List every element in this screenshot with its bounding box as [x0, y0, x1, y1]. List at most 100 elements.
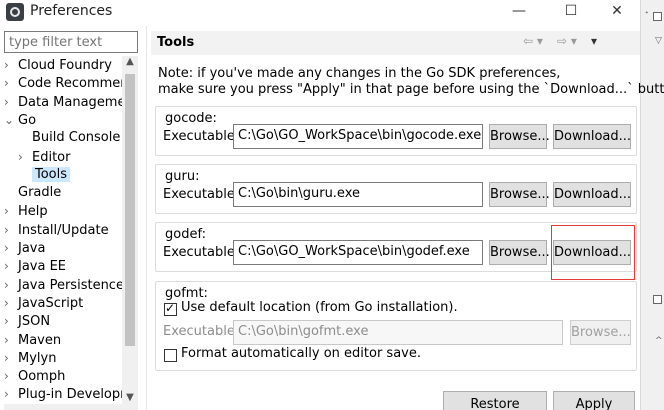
godef-executable-label: Executable:	[163, 245, 240, 260]
use-default-location-label[interactable]: Use default location (from Go installati…	[181, 300, 458, 315]
gocode-path-field[interactable]: C:\Go\GO_WorkSpace\bin\gocode.exe	[233, 124, 483, 149]
tree-item-label: Gradle	[18, 185, 62, 201]
use-default-location-checkbox[interactable]	[164, 301, 177, 316]
tree-item[interactable]: Gradle	[4, 184, 61, 202]
tree-item[interactable]: › Java	[4, 239, 45, 257]
tree-item[interactable]: Build Console	[18, 129, 120, 147]
chevron-right-icon[interactable]: ›	[4, 331, 18, 349]
gofmt-group-title: gofmt:	[165, 286, 208, 301]
title-bar: Preferences — ☐ ✕	[0, 0, 640, 26]
gocode-executable-label: Executable:	[163, 129, 240, 144]
gocode-group-title: gocode:	[165, 111, 217, 126]
scrollbar-thumb[interactable]	[125, 74, 135, 346]
tree-item-label: JavaScript	[18, 295, 84, 311]
tree-item[interactable]: ⌄ Go	[4, 111, 36, 129]
tree-item[interactable]: › Java EE	[4, 257, 66, 275]
tree-item-label: Java EE	[18, 259, 67, 275]
tree-item[interactable]: Tools	[18, 166, 71, 184]
chevron-right-icon[interactable]: ›	[4, 294, 18, 312]
tree-item[interactable]: › JSON	[4, 312, 50, 330]
tree-item[interactable]: ›Plug-in Development	[4, 385, 122, 403]
forward-icon[interactable]: ⇨ ▾	[557, 34, 577, 48]
chevron-right-icon[interactable]: ›	[4, 349, 18, 367]
chevron-right-icon[interactable]: ›	[18, 148, 32, 166]
tree-item[interactable]: › Oomph	[4, 367, 65, 385]
tree-item-label: Java Persistence	[18, 277, 122, 293]
tree-item-label: Java	[18, 241, 46, 256]
chevron-right-icon[interactable]: ›	[4, 385, 18, 403]
gofmt-browse-button: Browse...	[570, 320, 631, 345]
chevron-right-icon[interactable]: ›	[4, 367, 18, 385]
tree-item[interactable]: › Help	[4, 202, 48, 220]
tree-item[interactable]: › JavaScript	[4, 294, 83, 312]
chevron-right-icon[interactable]: ›	[4, 276, 18, 294]
scroll-up-icon[interactable]: ▲	[122, 56, 138, 67]
preference-tree: ›Cloud Foundry›Code Recommenders›Data Ma…	[4, 56, 122, 406]
guru-group-title: guru:	[165, 169, 200, 184]
maximize-button[interactable]: ☐	[548, 0, 594, 24]
tree-item[interactable]: › Editor	[18, 148, 70, 166]
guru-browse-button[interactable]: Browse...	[489, 182, 550, 207]
tree-scrollbar[interactable]: ▲ ▼	[122, 56, 138, 406]
menu-icon[interactable]: ▾	[591, 34, 597, 48]
note-line-2: make sure you press "Apply" in that page…	[158, 82, 664, 97]
pane-divider[interactable]	[146, 26, 147, 410]
apply-button[interactable]: Apply	[553, 391, 635, 410]
tree-item[interactable]: › Maven	[4, 331, 61, 349]
gocode-group: gocode: Executable: C:\Go\GO_WorkSpace\b…	[155, 106, 637, 156]
tree-item-label: Code Recommenders	[18, 76, 122, 92]
chevron-down-icon[interactable]: ⌄	[4, 111, 18, 129]
tree-item-label: Tools	[32, 166, 71, 182]
tree-item[interactable]: › Install/Update	[4, 221, 109, 239]
godef-path-field[interactable]: C:\Go\GO_WorkSpace\bin\godef.exe	[233, 240, 483, 265]
chevron-right-icon[interactable]: ›	[4, 202, 18, 220]
tree-item-label: Cloud Foundry	[18, 58, 113, 73]
godef-browse-button[interactable]: Browse...	[489, 240, 550, 265]
godef-group-title: godef:	[165, 227, 206, 242]
tree-item[interactable]: › Java Persistence	[4, 276, 122, 294]
tree-item[interactable]: ›Data Management	[4, 93, 122, 111]
chevron-right-icon[interactable]: ›	[4, 312, 18, 330]
tree-horizontal-scrollbar[interactable]	[4, 404, 138, 410]
close-button[interactable]: ✕	[594, 0, 640, 24]
minimize-button[interactable]: —	[496, 0, 542, 24]
guru-path-field[interactable]: C:\Go\bin\guru.exe	[233, 182, 483, 207]
tree-item-label: Build Console	[32, 130, 121, 146]
guru-executable-label: Executable:	[163, 187, 240, 202]
window-title: Preferences	[30, 3, 113, 19]
chevron-right-icon[interactable]: ›	[4, 93, 18, 111]
note-text: Note: if you've made any changes in the …	[158, 66, 664, 98]
chevron-right-icon[interactable]: ›	[4, 257, 18, 275]
tree-item[interactable]: › Cloud Foundry	[4, 56, 112, 74]
background-window-strip: ᐩ ▽ ^	[640, 0, 664, 410]
format-on-save-label[interactable]: Format automatically on editor save.	[181, 346, 421, 361]
chevron-right-icon[interactable]: ›	[4, 56, 18, 74]
format-on-save-checkbox[interactable]	[164, 349, 177, 362]
highlight-annotation-box	[551, 225, 635, 280]
page-header: Tools ⇦ ▾ ⇨ ▾ ▾	[151, 31, 640, 55]
chevron-right-icon[interactable]: ›	[4, 239, 18, 257]
pin-icon: ᐩ	[645, 10, 649, 20]
tree-item[interactable]: › Mylyn	[4, 349, 56, 367]
back-icon[interactable]: ⇦ ▾	[523, 34, 543, 48]
filter-input[interactable]	[4, 31, 138, 53]
chevron-down-icon: ▽	[655, 36, 662, 46]
restore-icon	[653, 12, 662, 21]
restore-defaults-button[interactable]: Restore Defaults	[443, 391, 547, 410]
gofmt-group: gofmt: Use default location (from Go ins…	[155, 281, 637, 371]
guru-download-button[interactable]: Download...	[553, 182, 631, 207]
gocode-browse-button[interactable]: Browse...	[489, 124, 550, 149]
gofmt-path-field: C:\Go\bin\gofmt.exe	[233, 320, 563, 345]
eclipse-app-icon	[6, 3, 24, 21]
scroll-down-icon[interactable]: ▼	[122, 392, 138, 403]
tree-item-label: Install/Update	[18, 222, 109, 238]
page-title: Tools	[157, 35, 195, 50]
chevron-right-icon[interactable]: ›	[4, 74, 18, 92]
tree-item-label: Mylyn	[18, 350, 57, 366]
gocode-download-button[interactable]: Download...	[553, 124, 631, 149]
caret-up-icon: ^	[655, 336, 663, 346]
chevron-right-icon[interactable]: ›	[4, 221, 18, 239]
tree-item-label: Maven	[18, 332, 62, 348]
note-line-1: Note: if you've made any changes in the …	[158, 66, 561, 81]
tree-item[interactable]: ›Code Recommenders	[4, 74, 122, 92]
